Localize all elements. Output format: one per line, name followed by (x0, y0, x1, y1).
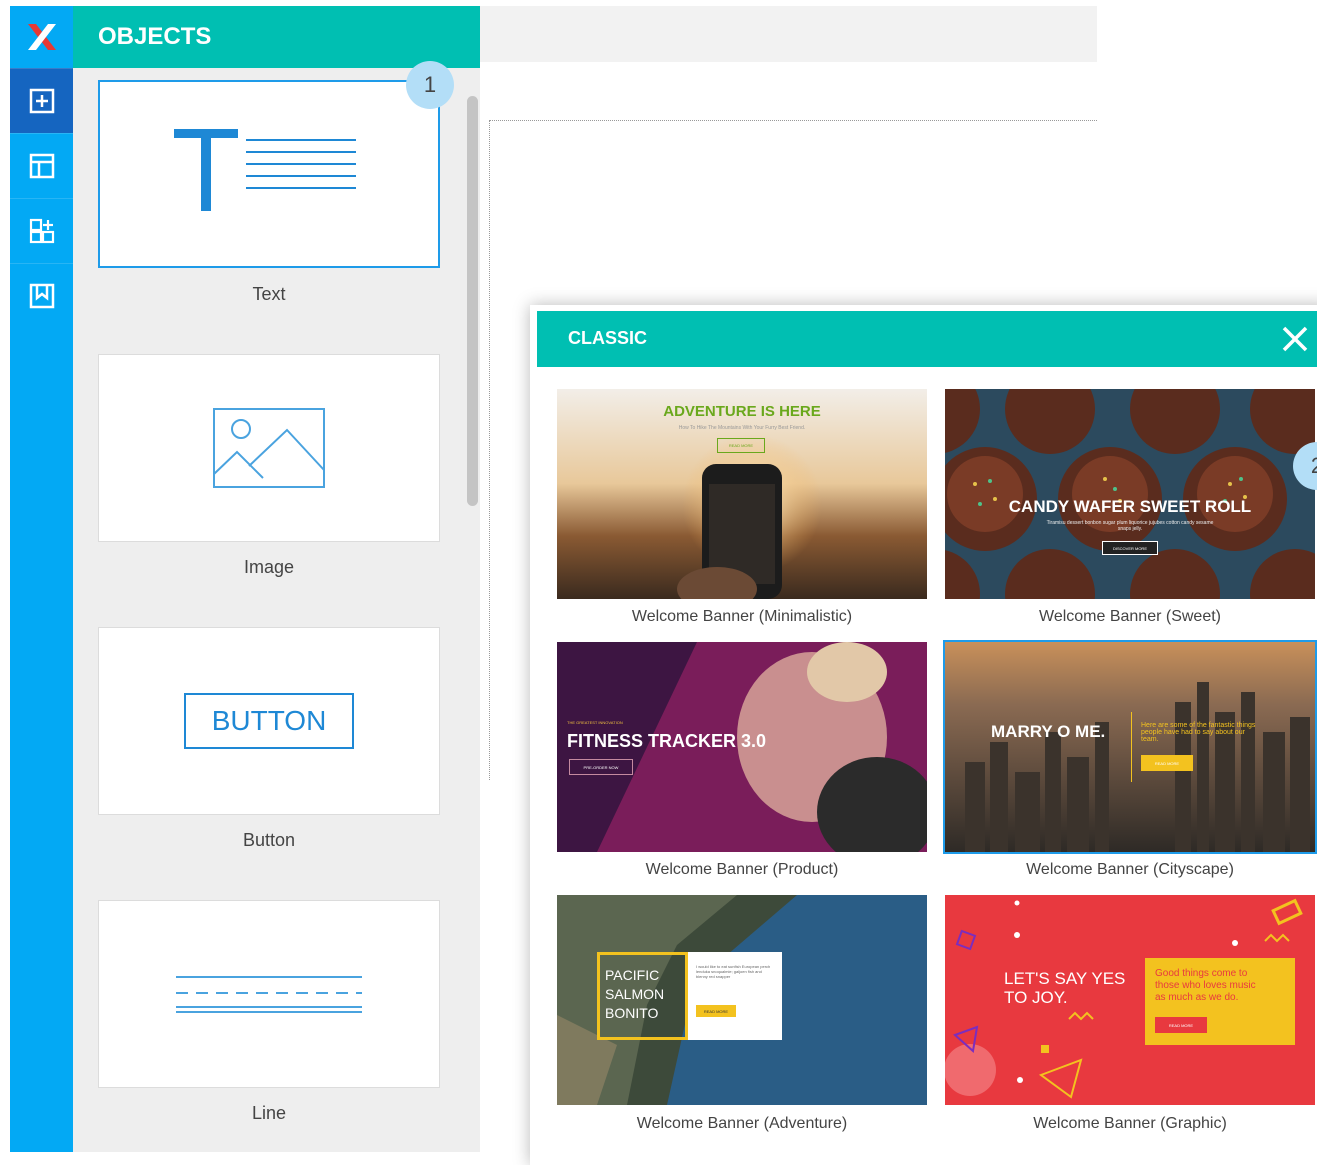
objects-panel-title: OBJECTS (98, 23, 212, 50)
cityscape-divider (1131, 712, 1132, 782)
canvas-top-bar (480, 6, 1097, 62)
adventure-headline: PACIFIC SALMON BONITO (605, 966, 664, 1023)
object-line-card[interactable] (98, 900, 440, 1088)
cityscape-subline: Here are some of the fantastic things pe… (1141, 722, 1256, 743)
rail-layout-button[interactable] (10, 133, 73, 198)
object-button-label: Button (242, 830, 296, 850)
rail-add-objects-button[interactable] (10, 68, 73, 133)
template-sweet[interactable]: CANDY WAFER SWEET ROLL Tiramisu dessert … (945, 389, 1315, 599)
object-text-label: Text (252, 284, 286, 304)
object-image-label: Image (243, 557, 295, 577)
adventure-text-panel: I would like to eat sunfish European per… (688, 952, 782, 1040)
graphic-subline-line-2: those who loves music (1155, 980, 1256, 991)
graphic-subline-line-1: Good things come to (1155, 968, 1248, 979)
adventure-cta: READ MORE (696, 1005, 736, 1017)
add-box-icon (29, 88, 54, 114)
rail-bookmark-button[interactable] (10, 263, 73, 328)
minimalistic-headline: ADVENTURE IS HERE (663, 403, 821, 420)
graphic-subline-line-3: as much as we do. (1155, 992, 1239, 1003)
graphic-subline: Good things come to those who loves musi… (1155, 968, 1256, 1004)
objects-panel-scrollbar[interactable] (467, 96, 478, 506)
object-image-card[interactable] (98, 354, 440, 542)
objects-panel: OBJECTS Text Image BUTTON Button Line (73, 6, 480, 1152)
template-product[interactable]: THE GREATEST INNOVATION FITNESS TRACKER … (557, 642, 927, 852)
template-minimalistic-label: Welcome Banner (Minimalistic) (631, 608, 853, 625)
text-object-icon (174, 129, 356, 211)
template-cityscape[interactable]: MARRY O ME. Here are some of the fantast… (943, 640, 1317, 854)
template-minimalistic[interactable]: ADVENTURE IS HERE How To Hike The Mounta… (557, 389, 927, 599)
template-sweet-label: Welcome Banner (Sweet) (1039, 608, 1221, 625)
adventure-subline: I would like to eat sunfish European per… (696, 964, 771, 979)
template-cityscape-label: Welcome Banner (Cityscape) (1026, 861, 1234, 878)
cityscape-headline: MARRY O ME. (991, 722, 1106, 741)
template-minimalistic-thumbnail (557, 389, 927, 599)
line-object-icon (176, 976, 362, 1013)
objects-panel-header: OBJECTS (73, 6, 480, 68)
product-kicker: THE GREATEST INNOVATION (567, 720, 623, 725)
template-adventure[interactable]: PACIFIC SALMON BONITO I would like to ea… (557, 895, 927, 1105)
minimalistic-cta: READ MORE (717, 438, 765, 453)
classic-templates-modal: CLASSIC ADVENTURE IS HERE How To Hike Th… (530, 305, 1317, 1165)
template-product-label: Welcome Banner (Product) (645, 861, 839, 878)
template-cityscape-thumbnail (945, 642, 1315, 852)
layout-icon (29, 153, 54, 179)
graphic-cta: READ MORE (1155, 1017, 1207, 1033)
graphic-headline-line-1: LET'S SAY YES (1004, 969, 1126, 988)
graphic-headline-line-2: TO JOY. (1004, 988, 1068, 1007)
button-object-preview: BUTTON (184, 693, 354, 749)
minimalistic-subline: How To Hike The Mountains With Your Furr… (678, 425, 806, 431)
object-line-label: Line (251, 1103, 287, 1123)
object-text-card[interactable] (98, 80, 440, 268)
object-button-card[interactable]: BUTTON (98, 627, 440, 815)
bookmark-icon (29, 283, 54, 309)
left-rail (10, 6, 73, 1152)
close-icon[interactable] (1279, 323, 1311, 355)
step-badge-1: 1 (406, 61, 454, 109)
graphic-text-panel: Good things come to those who loves musi… (1145, 958, 1295, 1045)
template-sweet-thumbnail (945, 389, 1315, 599)
app-logo[interactable] (10, 6, 73, 68)
adventure-headline-line-2: SALMON (605, 986, 665, 1002)
rail-widgets-button[interactable] (10, 198, 73, 263)
template-graphic[interactable]: LET'S SAY YES TO JOY. Good things come t… (945, 895, 1315, 1105)
graphic-headline: LET'S SAY YES TO JOY. (1004, 969, 1125, 1007)
sweet-subline: Tiramisu dessert bonbon sugar plum liquo… (1046, 520, 1214, 532)
sweet-headline: CANDY WAFER SWEET ROLL (1008, 497, 1252, 516)
image-object-icon (213, 408, 325, 488)
cityscape-cta: READ MORE (1141, 755, 1193, 771)
classic-modal-title: CLASSIC (568, 328, 648, 348)
product-headline: FITNESS TRACKER 3.0 (567, 731, 767, 751)
adventure-headline-line-3: BONITO (605, 1005, 659, 1021)
adventure-title-box: PACIFIC SALMON BONITO (597, 952, 688, 1040)
app-logo-icon (27, 24, 56, 50)
template-graphic-label: Welcome Banner (Graphic) (1033, 1115, 1227, 1132)
product-cta: PRE-ORDER NOW (569, 759, 633, 775)
widgets-icon (29, 218, 54, 244)
classic-modal-header: CLASSIC (537, 311, 1317, 367)
template-adventure-label: Welcome Banner (Adventure) (636, 1115, 848, 1132)
sweet-cta: DISCOVER MORE (1102, 541, 1158, 555)
adventure-headline-line-1: PACIFIC (605, 967, 660, 983)
